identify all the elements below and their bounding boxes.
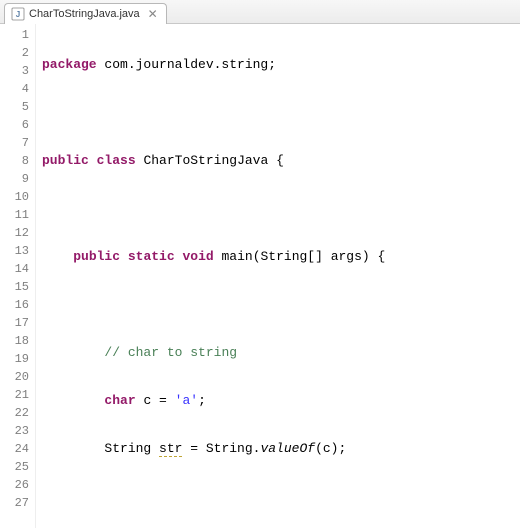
line-number: 16	[0, 296, 35, 314]
code-line[interactable]	[42, 488, 520, 506]
line-number: 17	[0, 314, 35, 332]
editor-container: J CharToStringJava.java ✕ 1 2 3 4 5 6 7 …	[0, 0, 520, 528]
svg-text:J: J	[16, 10, 20, 19]
code-line[interactable]: String str = String.valueOf(c);	[42, 440, 520, 458]
code-line[interactable]	[42, 104, 520, 122]
code-area: 1 2 3 4 5 6 7 8 9 10 11 12 13 14 15 16 1…	[0, 24, 520, 528]
code-line[interactable]	[42, 200, 520, 218]
tab-filename: CharToStringJava.java	[29, 8, 140, 20]
line-number: 1	[0, 26, 35, 44]
line-number: 23	[0, 422, 35, 440]
line-number: 27	[0, 494, 35, 512]
line-number: 20	[0, 368, 35, 386]
code-line[interactable]: // char to string	[42, 344, 520, 362]
line-number: 26	[0, 476, 35, 494]
line-number: 7	[0, 134, 35, 152]
code-line[interactable]	[42, 296, 520, 314]
gutter: 1 2 3 4 5 6 7 8 9 10 11 12 13 14 15 16 1…	[0, 24, 36, 528]
line-number: 2	[0, 44, 35, 62]
line-number: 10	[0, 188, 35, 206]
line-number: 24	[0, 440, 35, 458]
line-number: 15	[0, 278, 35, 296]
code-editor[interactable]: package com.journaldev.string; public cl…	[36, 24, 520, 528]
line-number: 13	[0, 242, 35, 260]
close-icon[interactable]: ✕	[148, 7, 158, 21]
tab-bar: J CharToStringJava.java ✕	[0, 0, 520, 24]
code-line[interactable]: public static void main(String[] args) {	[42, 248, 520, 266]
line-number: 18	[0, 332, 35, 350]
warning-squiggle: str	[159, 441, 182, 457]
line-number: 6	[0, 116, 35, 134]
line-number: 12	[0, 224, 35, 242]
line-number: 22	[0, 404, 35, 422]
line-number: 4	[0, 80, 35, 98]
line-number: 11	[0, 206, 35, 224]
line-number: 25	[0, 458, 35, 476]
code-line[interactable]: public class CharToStringJava {	[42, 152, 520, 170]
line-number: 8	[0, 152, 35, 170]
line-number: 5	[0, 98, 35, 116]
line-number: 14	[0, 260, 35, 278]
file-tab[interactable]: J CharToStringJava.java ✕	[4, 3, 167, 24]
code-line[interactable]: char c = 'a';	[42, 392, 520, 410]
java-file-icon: J	[11, 7, 25, 21]
line-number: 3	[0, 62, 35, 80]
line-number: 9	[0, 170, 35, 188]
line-number: 19	[0, 350, 35, 368]
line-number: 21	[0, 386, 35, 404]
code-line[interactable]: package com.journaldev.string;	[42, 56, 520, 74]
